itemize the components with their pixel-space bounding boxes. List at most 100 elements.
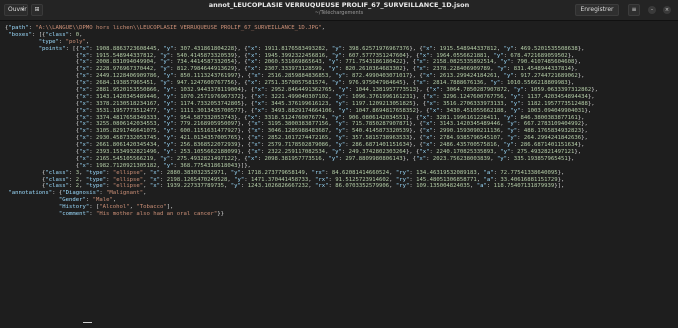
code-token: { [5, 149, 80, 156]
code-token: : [89, 66, 96, 73]
code-token: "y" [496, 66, 508, 73]
code-line: {"x": 3255.0806142034553, "y": 779.21689… [5, 121, 678, 128]
code-token: , [224, 183, 231, 190]
code-line: {"x": 3105.8291746641075, "y": 600.11516… [5, 128, 678, 135]
code-token: : [240, 169, 248, 176]
code-token: 976.975047984645 [348, 80, 403, 87]
save-button[interactable]: Enregistrer [575, 4, 619, 16]
code-token: , [79, 183, 86, 190]
code-token: "points" [38, 45, 66, 52]
code-token: : [89, 135, 96, 142]
code-token: , [389, 169, 396, 176]
code-token: : { [52, 190, 63, 197]
code-token: "rx" [315, 183, 329, 190]
code-token: , [79, 169, 86, 176]
code-token: "x" [250, 142, 262, 149]
text-editor[interactable]: {"path": "A:\\LANGUE\\DPMO hors lichen\\… [0, 21, 678, 328]
code-token: }, { [405, 52, 420, 59]
code-token: , [79, 31, 83, 38]
code-token: 33.40616881151729 [500, 176, 558, 183]
code-token: 2930.4587332053745 [95, 135, 157, 142]
code-token: 86.0703352579906 [335, 183, 390, 190]
code-token: 2158.0825335892514 [432, 59, 494, 66]
code-token: "x" [247, 59, 258, 66]
code-token: }, { [240, 87, 255, 94]
code-token: : [507, 66, 514, 73]
code-token: 118.75407131879939 [493, 183, 555, 190]
code-token: { [5, 100, 80, 107]
code-token: : [ [89, 204, 100, 211]
close-icon: × [664, 7, 670, 13]
code-token: 540.4145873320539 [352, 128, 410, 135]
code-token: : [341, 114, 349, 121]
code-token: , [304, 169, 312, 176]
code-token: : [170, 59, 177, 66]
code-token: 1243.1026826667232 [247, 183, 309, 190]
new-tab-button[interactable]: ⊞ [31, 4, 43, 16]
code-token: "x" [79, 121, 90, 128]
code-token: : [160, 183, 167, 190]
code-token: "x" [247, 45, 258, 52]
code-token: "y" [163, 93, 174, 100]
code-token: 850.1113243761997 [180, 73, 238, 80]
code-token: }, { [402, 155, 417, 162]
code-line: {"x": 3143.1420345489446, "y": 1070.2571… [5, 94, 678, 101]
code-token: "poly" [65, 38, 86, 45]
code-token: 3221.499040307102 [271, 93, 329, 100]
code-line: {"class": 3, "type": "ellipse", "x": 288… [5, 170, 678, 177]
code-token: "Tobacco" [136, 204, 167, 211]
code-token: : [89, 128, 96, 135]
code-token: "y" [163, 128, 174, 135]
code-token: "x" [429, 107, 440, 114]
code-token: , [389, 183, 396, 190]
code-token: : [426, 66, 433, 73]
code-token: 906.0806142034551 [348, 114, 406, 121]
code-token: }, { [412, 100, 427, 107]
code-token: "y" [331, 80, 342, 87]
code-token: "x" [250, 121, 262, 128]
code-line: {"x": 2008.831094049904, "y": 734.441458… [5, 59, 678, 66]
code-token: 134.46319532089183 [416, 169, 477, 176]
code-token: "x" [416, 66, 427, 73]
code-token: : [89, 59, 96, 66]
code-token: 2613.299424184261 [439, 73, 497, 80]
code-token: { [5, 80, 80, 87]
code-token: "y" [507, 121, 518, 128]
code-token: : [261, 149, 268, 156]
window-title-group: annot_LEUCOPLASIE VERRUQUEUSE PROLIF_67_… [120, 1, 558, 17]
code-token: , [153, 80, 160, 87]
code-token: "y" [234, 176, 245, 183]
open-button[interactable]: Ouvrir ▾ [4, 4, 28, 16]
code-token: 820.2610364683302 [345, 66, 403, 73]
code-token: }, [581, 128, 588, 135]
close-button[interactable]: × [663, 6, 671, 14]
code-token: 1718.273779658149 [247, 169, 305, 176]
code-token: "x" [79, 142, 90, 149]
code-token: : [106, 176, 113, 183]
code-token: 2393.1534932821496 [95, 149, 157, 156]
code-token: "x" [247, 52, 258, 59]
code-token: : [244, 176, 251, 183]
code-token: , [490, 66, 497, 73]
code-token: { [5, 162, 80, 169]
code-token: 256.8368522072939 [180, 142, 238, 149]
code-token: : [432, 73, 440, 80]
code-token: { [5, 114, 80, 121]
code-token: , [389, 176, 396, 183]
minimize-button[interactable]: – [648, 6, 656, 14]
code-token: "x" [79, 128, 90, 135]
code-token: 3296.1247600767756 [443, 93, 504, 100]
code-token: 872.4990403071017 [352, 73, 410, 80]
code-token: "x" [250, 149, 262, 156]
code-token: : [513, 73, 521, 80]
code-token: 421.0134357005765 [180, 135, 238, 142]
menu-button[interactable]: ≡ [628, 4, 640, 16]
code-token: "y" [159, 59, 171, 66]
code-token: 335.193857965451 [513, 155, 568, 162]
code-token: "x" [247, 114, 258, 121]
code-token: { [5, 59, 80, 66]
code-token: : [89, 149, 96, 156]
code-token: 3318.5124760076774 [264, 114, 326, 121]
code-token: "x" [79, 155, 90, 162]
code-token: }, [574, 149, 582, 156]
